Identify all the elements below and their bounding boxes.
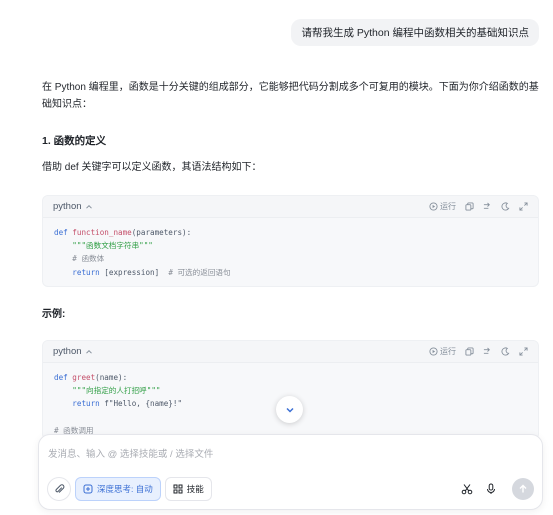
example-heading: 示例:	[42, 309, 66, 320]
section-paragraph-definition: 借助 def 关键字可以定义函数，其语法结构如下：	[42, 162, 262, 173]
composer-toolbar: 深度思考: 自动 技能	[47, 477, 534, 501]
scissors-icon	[461, 484, 473, 495]
code-language-label: python	[53, 346, 82, 357]
theme-button[interactable]	[500, 347, 510, 357]
attach-button[interactable]	[47, 477, 71, 501]
expand-icon	[518, 202, 528, 211]
code-language-label: python	[53, 201, 82, 212]
code-token: """函数文档字符串"""	[72, 241, 153, 251]
scroll-to-bottom-button[interactable]	[276, 396, 303, 423]
moon-icon	[500, 202, 509, 211]
message-composer: 发消息、输入 @ 选择技能或 / 选择文件 深度思考: 自动 技能	[38, 434, 543, 510]
code-block-syntax: python 运行 def function_name(parameters):…	[42, 195, 539, 287]
user-message-text: 请帮我生成 Python 编程中函数相关的基础知识点	[301, 27, 529, 39]
code-token: def	[54, 228, 68, 237]
run-button[interactable]: 运行	[429, 346, 456, 357]
code-toolbar: 运行	[429, 201, 528, 212]
code-block-header: python 运行	[43, 196, 538, 218]
run-label: 运行	[440, 202, 456, 211]
skills-button[interactable]: 技能	[164, 477, 212, 501]
user-message-bubble: 请帮我生成 Python 编程中函数相关的基础知识点	[291, 19, 539, 46]
moon-icon	[500, 347, 509, 356]
deep-think-toggle[interactable]: 深度思考: 自动	[75, 477, 161, 501]
code-token: function_name	[72, 228, 132, 237]
chevron-up-icon	[85, 349, 92, 354]
microphone-icon	[487, 483, 495, 494]
code-token: return	[72, 267, 100, 277]
arrow-up-icon	[519, 484, 527, 493]
play-circle-icon	[429, 202, 438, 211]
play-circle-icon	[429, 347, 438, 356]
expand-icon	[518, 347, 528, 356]
code-language-toggle[interactable]: python	[53, 346, 93, 357]
paperclip-icon	[54, 483, 64, 493]
grid-icon	[173, 484, 183, 494]
code-token: (name):	[95, 373, 128, 382]
send-button[interactable]	[512, 478, 534, 500]
code-token: # 函数体	[72, 254, 105, 264]
copy-button[interactable]	[464, 347, 474, 357]
code-block-header: python 运行	[43, 341, 538, 363]
copy-icon	[464, 347, 474, 356]
run-button[interactable]: 运行	[429, 201, 456, 212]
wrap-icon	[483, 347, 490, 354]
answer-intro: 在 Python 编程里，函数是十分关键的组成部分，它能够把代码分割成多个可复用…	[42, 82, 539, 110]
code-token: """向指定的人打招呼"""	[72, 386, 161, 396]
code-token: (parameters):	[131, 228, 192, 237]
code-token: # 可选的返回语句	[168, 267, 231, 277]
chevron-up-icon	[85, 204, 92, 209]
code-content: def function_name(parameters): """函数文档字符…	[43, 218, 538, 286]
code-token: greet	[72, 373, 96, 382]
microphone-button[interactable]	[482, 480, 500, 498]
scissors-button[interactable]	[458, 480, 476, 498]
wrap-icon	[483, 202, 490, 209]
chevron-down-icon	[285, 407, 294, 413]
code-token: f"Hello, {name}!"	[99, 399, 183, 409]
code-block-example: python 运行 def greet(name): """向指定的人打招呼""…	[42, 340, 539, 440]
composer-input[interactable]: 发消息、输入 @ 选择技能或 / 选择文件	[48, 446, 213, 460]
expand-button[interactable]	[518, 202, 528, 212]
section-heading-definition: 1. 函数的定义	[42, 135, 107, 147]
code-token: def	[54, 373, 68, 382]
wrap-button[interactable]	[482, 202, 492, 212]
code-token: [expression]	[99, 267, 169, 277]
copy-button[interactable]	[464, 202, 474, 212]
code-toolbar: 运行	[429, 346, 528, 357]
run-label: 运行	[440, 347, 456, 356]
theme-button[interactable]	[500, 202, 510, 212]
brain-icon	[83, 484, 93, 494]
copy-icon	[464, 202, 474, 211]
skills-label: 技能	[186, 484, 204, 494]
wrap-button[interactable]	[482, 347, 492, 357]
code-language-toggle[interactable]: python	[53, 201, 93, 212]
deep-think-label: 深度思考: 自动	[97, 484, 153, 494]
expand-button[interactable]	[518, 347, 528, 357]
code-token: return	[72, 399, 100, 409]
